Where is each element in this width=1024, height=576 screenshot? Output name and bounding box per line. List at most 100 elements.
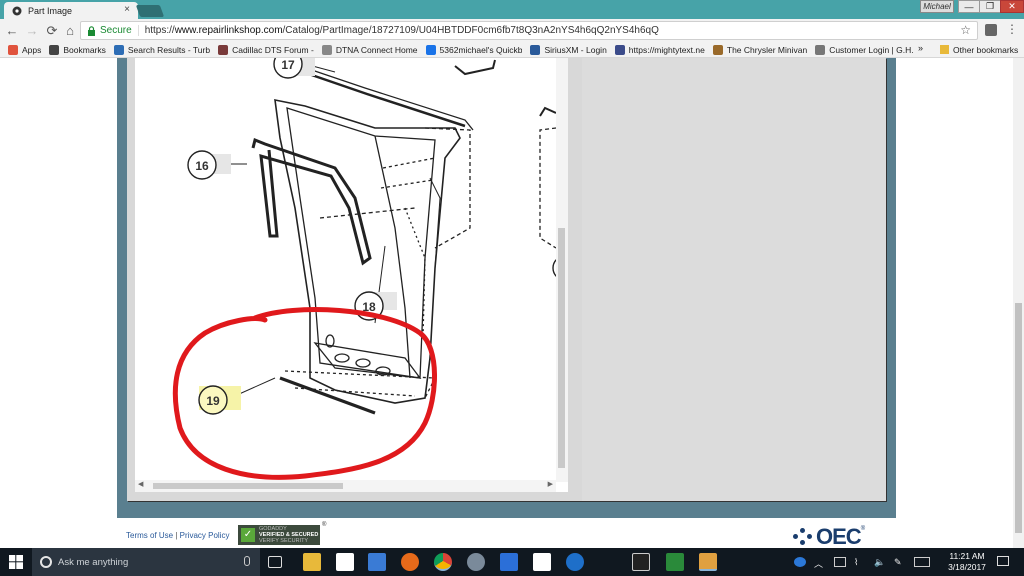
show-hidden-icons[interactable]: ︿ — [814, 557, 826, 569]
firefox-icon[interactable] — [401, 553, 419, 571]
windows-logo-icon — [9, 555, 23, 569]
scroll-right-icon[interactable]: ▶ — [548, 480, 553, 488]
image-horizontal-scrollbar[interactable]: ◀ ▶ — [135, 480, 556, 492]
close-window-button[interactable]: ✕ — [1000, 0, 1024, 13]
cortana-icon — [40, 556, 52, 568]
bookmark-item[interactable]: DTNA Connect Home — [321, 44, 418, 55]
chrome-icon[interactable] — [434, 553, 452, 571]
store-icon[interactable] — [336, 553, 354, 571]
bookmark-item[interactable]: The Chrysler Minivan — [712, 44, 808, 55]
new-tab-button[interactable] — [135, 5, 165, 17]
doc-icon — [815, 44, 826, 55]
home-icon[interactable]: ⌂ — [62, 23, 78, 39]
image-vertical-scroll-thumb[interactable] — [558, 228, 565, 468]
url-path: /Catalog/PartImage/18727109/U04HBTDDF0cm… — [282, 25, 659, 36]
bookmark-label: Apps — [22, 44, 42, 55]
system-tray: ︿ ⌇ 🔈 ✎ — [790, 548, 934, 576]
page-icon — [113, 44, 124, 55]
url-host: www.repairlinkshop.com — [174, 25, 283, 36]
chrome-menu-icon[interactable]: ⋮ — [1006, 22, 1018, 36]
clock-time: 11:21 AM — [949, 551, 985, 561]
search-placeholder: Ask me anything — [58, 556, 129, 568]
callout-17[interactable]: 17 — [273, 58, 315, 79]
file-explorer-icon[interactable] — [303, 553, 321, 571]
bookmarks-bar: Apps Bookmarks Search Results - Turb Cadill… — [0, 42, 1024, 58]
bookmark-item[interactable]: 5362michael's Quickb — [425, 44, 522, 55]
url-text[interactable]: https://www.repairlinkshop.com/Catalog/P… — [145, 25, 659, 36]
bookmark-label: The Chrysler Minivan — [726, 44, 808, 55]
terms-of-use-link[interactable]: Terms of Use — [126, 531, 173, 540]
bookmark-label: Search Results - Turb — [127, 44, 211, 55]
bookmark-item[interactable]: https://mightytext.ne — [614, 44, 705, 55]
taskbar-clock[interactable]: 11:21 AM 3/18/2017 — [944, 551, 990, 573]
microphone-icon[interactable] — [244, 556, 250, 566]
pen-icon[interactable]: ✎ — [894, 557, 906, 567]
url-scheme: https:// — [144, 25, 175, 36]
volume-icon[interactable]: 🔈 — [874, 557, 886, 567]
bookmark-label: DTNA Connect Home — [335, 44, 418, 55]
profile-button[interactable]: Michael — [920, 0, 954, 13]
bookmark-label: SiriusXM - Login — [544, 44, 607, 55]
dropbox-icon[interactable] — [500, 553, 518, 571]
godaddy-verified-badge[interactable]: ✓ GODADDY VERIFIED & SECURED VERIFY SECU… — [238, 525, 320, 545]
privacy-policy-link[interactable]: Privacy Policy — [180, 531, 230, 540]
back-arrow-icon[interactable]: ← — [4, 23, 20, 39]
sirius-icon — [530, 44, 541, 55]
address-bar[interactable]: Secure https://www.repairlinkshop.com/Ca… — [80, 21, 978, 40]
paint-icon[interactable] — [699, 553, 717, 571]
bookmark-item[interactable]: Customer Login | G.H. — [815, 44, 914, 55]
maximize-button[interactable]: ❐ — [979, 0, 1001, 13]
bookmarks-overflow-icon[interactable]: » — [918, 43, 923, 53]
keyboard-icon[interactable] — [914, 557, 930, 567]
windows-taskbar: Ask me anything ︿ ⌇ 🔈 ✎ 11:21 AM 3/18/20… — [0, 548, 1024, 576]
mightytext-icon — [614, 44, 625, 55]
page-scrollbar[interactable] — [1013, 58, 1024, 548]
start-button[interactable] — [0, 548, 32, 576]
bookmark-item[interactable]: SiriusXM - Login — [530, 44, 607, 55]
badge-subtitle: VERIFY SECURITY — [259, 538, 309, 544]
tray-app-icon[interactable] — [794, 557, 806, 567]
footer-links: Terms of Use | Privacy Policy — [126, 531, 229, 540]
page-scroll-thumb[interactable] — [1015, 303, 1022, 533]
bookmark-star-icon[interactable]: ☆ — [960, 23, 971, 37]
door-parts-diagram[interactable]: 17 16 18 19 1 — [135, 58, 556, 480]
reload-icon[interactable]: ⟳ — [44, 23, 60, 39]
scroll-left-icon[interactable]: ◀ — [138, 480, 143, 488]
bookmark-item[interactable]: Bookmarks — [49, 44, 106, 55]
spreadsheet-icon[interactable] — [666, 553, 684, 571]
image-vertical-scrollbar[interactable] — [556, 58, 568, 482]
tab-part-image[interactable]: Part Image × — [4, 2, 138, 19]
callout-16-label: 16 — [195, 159, 209, 173]
part-details-pane — [582, 58, 886, 501]
dtna-icon — [321, 44, 332, 55]
forward-arrow-icon[interactable]: → — [24, 23, 40, 39]
browser-toolbar: ← → ⟳ ⌂ Secure https://www.repairlinksho… — [0, 19, 1024, 42]
wifi-icon[interactable]: ⌇ — [854, 557, 866, 567]
favicon-icon — [12, 6, 22, 15]
minimize-button[interactable]: — — [958, 0, 980, 13]
other-bookmarks[interactable]: Other bookmarks — [940, 42, 1018, 57]
extension-icon[interactable] — [985, 24, 997, 36]
oec-logo: OEC ® — [793, 526, 865, 548]
bookmark-item[interactable]: Apps — [8, 44, 42, 55]
terminal-icon[interactable] — [632, 553, 650, 571]
clock-date: 3/18/2017 — [948, 562, 986, 572]
edge-icon[interactable] — [566, 553, 584, 571]
battery-icon[interactable] — [834, 557, 846, 567]
image-horizontal-scroll-thumb[interactable] — [153, 483, 343, 489]
network-app-icon[interactable] — [467, 553, 485, 571]
action-center-icon[interactable] — [997, 556, 1009, 566]
lock-icon — [88, 25, 95, 36]
bookmark-label: Bookmarks — [63, 44, 106, 55]
cortana-search-box[interactable]: Ask me anything — [32, 548, 260, 576]
callout-19[interactable]: 19 — [198, 385, 241, 415]
app-icon[interactable] — [368, 553, 386, 571]
amazon-icon[interactable] — [533, 553, 551, 571]
page-footer: Terms of Use | Privacy Policy ✓ GODADDY … — [117, 518, 896, 548]
bookmark-item[interactable]: Search Results - Turb — [113, 44, 211, 55]
bookmark-item[interactable]: Cadillac DTS Forum - — [218, 44, 314, 55]
tab-close-icon[interactable]: × — [124, 4, 130, 15]
star-icon — [49, 44, 60, 55]
task-view-icon[interactable] — [268, 556, 282, 568]
callout-16[interactable]: 16 — [187, 150, 231, 180]
